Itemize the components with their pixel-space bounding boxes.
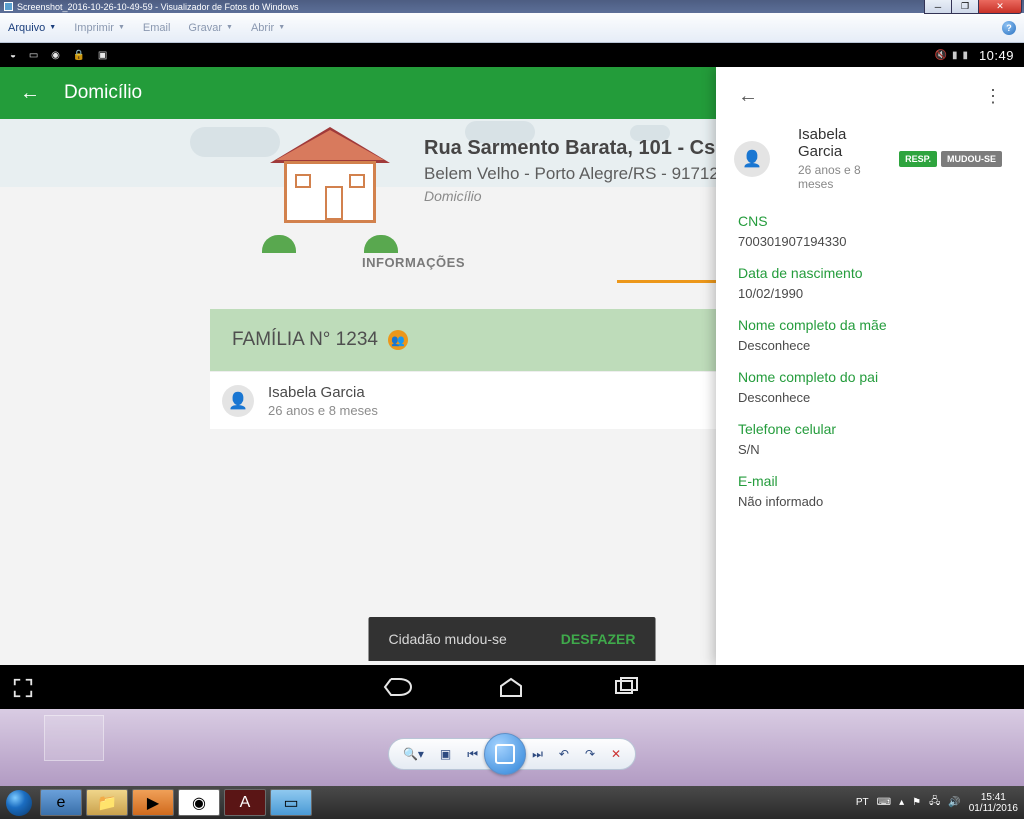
next-button[interactable]: ⏭ (532, 747, 543, 762)
mute-icon: 🔇 (935, 50, 947, 61)
value-pai: Desconhece (738, 390, 1002, 405)
tray-lang[interactable]: PT (856, 797, 869, 808)
tag-mudou: MUDOU-SE (941, 151, 1002, 167)
citizen-info: Isabela Garcia 26 anos e 8 meses (268, 384, 378, 418)
image-icon: ▭ (29, 50, 38, 61)
android-home-button[interactable] (497, 676, 527, 698)
notification-icon: ◒ (10, 50, 16, 61)
system-tray: PT ⌨ ▴ ⚑ 🖧 🔊 15:41 01/11/2016 (856, 792, 1018, 814)
fullscreen-icon[interactable] (12, 677, 34, 699)
android-back-button[interactable] (381, 676, 411, 698)
taskbar-explorer[interactable]: 📁 (86, 789, 128, 816)
lock-icon: 🔒 (73, 50, 85, 61)
toolbar-pill: 🔍▾ ▣ ⏮ ⏭ ↶ ↷ ✕ (388, 738, 636, 770)
drawer-more-icon[interactable]: ⋮ (984, 86, 1002, 107)
rotate-left-button[interactable]: ↶ (559, 747, 569, 761)
taskbar-ie[interactable]: e (40, 789, 82, 816)
minimize-button[interactable]: ─ (924, 0, 952, 14)
address-block: Rua Sarmento Barata, 101 - Cs 01 Belem V… (424, 137, 747, 204)
status-left-icons: ◒ ▭ ◉ 🔒 ▣ (10, 50, 117, 61)
photo-viewer-toolbar: 🔍▾ ▣ ⏮ ⏭ ↶ ↷ ✕ (0, 723, 1024, 785)
tray-network-icon[interactable]: 🖧 (929, 794, 940, 811)
value-mae: Desconhece (738, 338, 1002, 353)
address-line1: Rua Sarmento Barata, 101 - Cs 01 (424, 137, 747, 160)
delete-button[interactable]: ✕ (611, 747, 621, 761)
cloud-icon (190, 127, 280, 157)
drawer-header: 👤 Isabela Garcia 26 anos e 8 meses RESP.… (734, 126, 1002, 191)
taskbar-photoviewer[interactable]: ▭ (270, 789, 312, 816)
label-tel: Telefone celular (738, 421, 1002, 437)
window-controls: ─ ❐ ✕ (925, 0, 1022, 14)
menu-arquivo[interactable]: Arquivo▼ (8, 22, 56, 34)
fit-button[interactable]: ▣ (440, 747, 451, 761)
maximize-button[interactable]: ❐ (951, 0, 979, 14)
toast: Cidadão mudou-se DESFAZER (369, 617, 656, 661)
menu-gravar[interactable]: Gravar▼ (188, 22, 233, 34)
prev-button[interactable]: ⏮ (467, 747, 478, 762)
citizen-name: Isabela Garcia (268, 384, 378, 401)
value-cns: 700301907194330 (738, 234, 1002, 249)
avatar-icon: 👤 (222, 385, 254, 417)
slideshow-button[interactable] (484, 733, 526, 775)
android-recents-button[interactable] (613, 676, 643, 698)
citizen-age: 26 anos e 8 meses (268, 403, 378, 418)
label-email: E-mail (738, 473, 1002, 489)
address-line2: Belem Velho - Porto Alegre/RS - 91712300 (424, 164, 747, 184)
zoom-button[interactable]: 🔍▾ (403, 747, 424, 761)
menu-email[interactable]: Email (143, 22, 171, 34)
label-mae: Nome completo da mãe (738, 317, 1002, 333)
address-type: Domicílio (424, 188, 747, 204)
status-right-icons: 🔇 ▮ ▮ (935, 50, 968, 61)
android-nav-bar (0, 665, 1024, 709)
start-button[interactable] (0, 786, 38, 819)
tray-flag-icon[interactable]: ⚑ (912, 797, 921, 808)
label-cns: CNS (738, 213, 1002, 229)
value-dob: 10/02/1990 (738, 286, 1002, 301)
drawer-tags: RESP. MUDOU-SE (899, 151, 1002, 167)
avatar-icon: 👤 (734, 141, 770, 177)
android-status-bar: ◒ ▭ ◉ 🔒 ▣ 🔇 ▮ ▮ 10:49 (0, 43, 1024, 67)
tab-informacoes[interactable]: INFORMAÇÕES (210, 243, 617, 283)
value-email: Não informado (738, 494, 1002, 509)
window-titlebar: Screenshot_2016-10-26-10-49-59 - Visuali… (0, 0, 1024, 13)
back-arrow-icon[interactable]: ← (20, 82, 40, 105)
rotate-right-button[interactable]: ↷ (585, 747, 595, 761)
label-dob: Data de nascimento (738, 265, 1002, 281)
drawer-back-icon[interactable]: ← (738, 85, 758, 108)
value-tel: S/N (738, 442, 1002, 457)
house-icon (270, 127, 390, 247)
taskbar-adobe[interactable]: A (224, 789, 266, 816)
family-badge-icon: 👥 (388, 330, 408, 350)
close-button[interactable]: ✕ (978, 0, 1022, 14)
tray-keyboard-icon[interactable]: ⌨ (877, 797, 891, 808)
label-pai: Nome completo do pai (738, 369, 1002, 385)
taskbar-chrome[interactable]: ◉ (178, 789, 220, 816)
windows-taskbar: e 📁 ▶ ◉ A ▭ PT ⌨ ▴ ⚑ 🖧 🔊 15:41 01/11/201… (0, 786, 1024, 819)
tray-clock[interactable]: 15:41 01/11/2016 (969, 792, 1018, 814)
toast-text: Cidadão mudou-se (389, 631, 507, 647)
detail-drawer: ← ⋮ 👤 Isabela Garcia 26 anos e 8 meses R… (716, 67, 1024, 665)
tray-volume-icon[interactable]: 🔊 (948, 797, 960, 808)
menu-imprimir[interactable]: Imprimir▼ (74, 22, 125, 34)
briefcase-icon: ▣ (98, 50, 107, 61)
tag-resp: RESP. (899, 151, 937, 167)
window-title: Screenshot_2016-10-26-10-49-59 - Visuali… (17, 2, 299, 12)
toast-undo-button[interactable]: DESFAZER (561, 631, 636, 647)
page-title: Domicílio (64, 82, 142, 104)
battery-icon: ▮ (962, 50, 968, 61)
family-title: FAMÍLIA N° 1234 (232, 329, 378, 351)
drawer-name: Isabela Garcia (798, 126, 885, 160)
photo-viewer-canvas: ◒ ▭ ◉ 🔒 ▣ 🔇 ▮ ▮ 10:49 ← Domicílio (0, 43, 1024, 709)
menu-abrir[interactable]: Abrir▼ (251, 22, 285, 34)
status-time: 10:49 (979, 48, 1014, 63)
tray-expand-icon[interactable]: ▴ (899, 797, 904, 808)
taskbar-media[interactable]: ▶ (132, 789, 174, 816)
menu-bar: Arquivo▼ Imprimir▼ Email Gravar▼ Abrir▼ … (0, 13, 1024, 43)
drawer-age: 26 anos e 8 meses (798, 163, 885, 191)
app-icon (4, 2, 13, 11)
eye-icon: ◉ (51, 50, 60, 61)
signal-icon: ▮ (952, 50, 958, 61)
help-button[interactable]: ? (1002, 21, 1016, 35)
